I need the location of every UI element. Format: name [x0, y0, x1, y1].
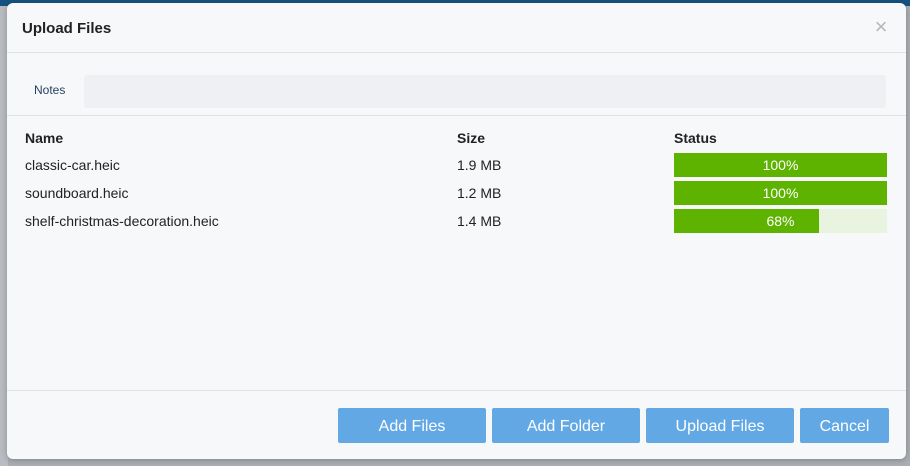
add-files-button[interactable]: Add Files	[338, 408, 486, 443]
upload-files-button[interactable]: Upload Files	[646, 408, 794, 443]
dialog-header: Upload Files ×	[7, 3, 906, 53]
notes-label: Notes	[34, 83, 66, 97]
upload-progress-label: 100%	[762, 157, 799, 173]
notes-row: Notes	[7, 53, 906, 116]
add-folder-button[interactable]: Add Folder	[492, 408, 640, 443]
upload-progress-bar: 68%	[674, 209, 887, 233]
upload-progress-bar: 100%	[674, 181, 887, 205]
upload-progress-bar: 100%	[674, 153, 887, 177]
close-icon[interactable]: ×	[870, 16, 892, 38]
file-size: 1.4 MB	[457, 213, 502, 229]
column-header-status: Status	[674, 130, 717, 146]
column-header-size: Size	[457, 130, 486, 146]
file-name: classic-car.heic	[25, 157, 120, 173]
column-header-name: Name	[25, 130, 64, 146]
file-size: 1.2 MB	[457, 185, 502, 201]
table-row: soundboard.heic 1.2 MB 100%	[7, 180, 906, 206]
notes-input[interactable]	[84, 75, 886, 108]
file-name: shelf-christmas-decoration.heic	[25, 213, 219, 229]
table-row: classic-car.heic 1.9 MB 100%	[7, 152, 906, 178]
dialog-title: Upload Files	[22, 20, 112, 37]
upload-progress-label: 100%	[762, 185, 799, 201]
upload-progress-label: 68%	[766, 213, 795, 229]
dialog-footer: Add Files Add Folder Upload Files Cancel	[7, 390, 906, 459]
file-name: soundboard.heic	[25, 185, 129, 201]
file-size: 1.9 MB	[457, 157, 502, 173]
upload-files-dialog: Upload Files × Notes Name Size Status cl…	[7, 3, 906, 459]
cancel-button[interactable]: Cancel	[800, 408, 889, 443]
table-row: shelf-christmas-decoration.heic 1.4 MB 6…	[7, 208, 906, 234]
